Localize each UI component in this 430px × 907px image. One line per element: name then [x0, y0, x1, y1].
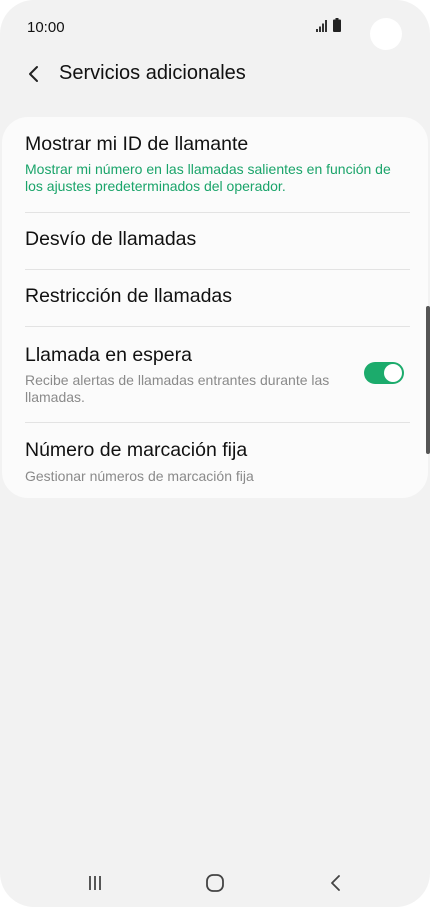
recent-apps-icon[interactable] [82, 870, 108, 896]
chevron-left-icon[interactable] [22, 62, 46, 86]
status-bar: 10:00 [0, 0, 430, 56]
setting-caller-id-title: Mostrar mi ID de llamante [25, 133, 249, 155]
signal-icon [316, 20, 327, 32]
page-title: Servicios adicionales [59, 62, 246, 84]
setting-call-barring[interactable]: Restricción de llamadas [2, 270, 428, 326]
home-icon[interactable] [202, 870, 228, 896]
back-icon[interactable] [323, 870, 349, 896]
phone-screen: 10:00 Servicios adicionales Mostrar mi I… [0, 0, 430, 907]
setting-call-waiting-subtitle: Recibe alertas de llamadas entrantes dur… [25, 372, 330, 405]
setting-caller-id[interactable]: Mostrar mi ID de llamante Mostrar mi núm… [2, 117, 428, 212]
status-time: 10:00 [27, 19, 65, 36]
scroll-indicator[interactable] [426, 306, 430, 454]
setting-call-waiting-title: Llamada en espera [25, 344, 192, 366]
setting-call-forwarding-title: Desvío de llamadas [25, 228, 197, 250]
call-waiting-toggle[interactable] [364, 362, 404, 384]
setting-call-barring-title: Restricción de llamadas [25, 285, 233, 307]
setting-fixed-dialing[interactable]: Número de marcación fija Gestionar númer… [2, 423, 428, 498]
setting-caller-id-subtitle: Mostrar mi número en las llamadas salien… [25, 161, 391, 194]
toggle-knob [384, 364, 402, 382]
settings-card: Mostrar mi ID de llamante Mostrar mi núm… [2, 117, 428, 498]
setting-fixed-dialing-title: Número de marcación fija [25, 439, 248, 461]
setting-fixed-dialing-subtitle: Gestionar números de marcación fija [25, 468, 254, 484]
setting-call-waiting[interactable]: Llamada en espera Recibe alertas de llam… [2, 327, 428, 422]
navigation-bar [0, 858, 430, 906]
setting-call-forwarding[interactable]: Desvío de llamadas [2, 213, 428, 269]
header: Servicios adicionales [0, 56, 430, 96]
battery-icon [333, 18, 341, 32]
camera-cutout [370, 18, 402, 50]
